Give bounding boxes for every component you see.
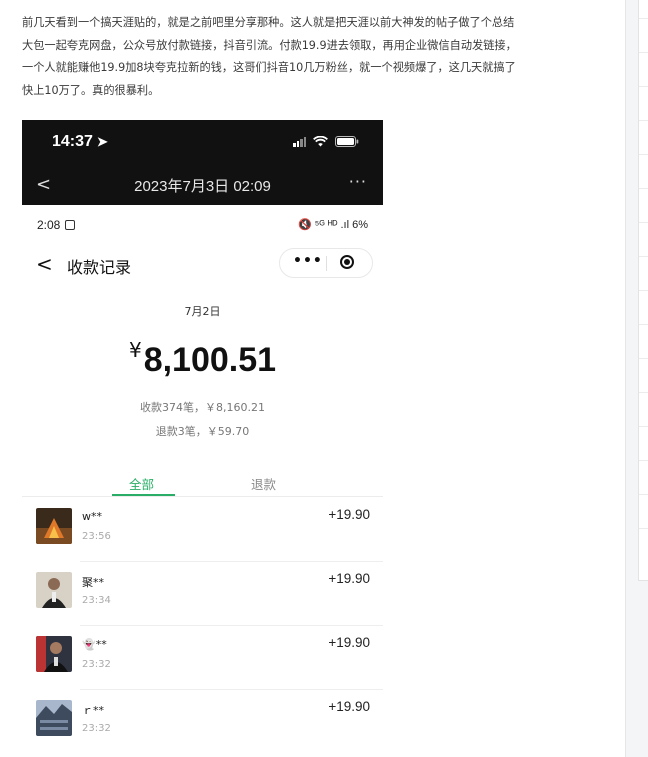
transaction-amount: +19.90 xyxy=(328,571,370,586)
sidebar-divider xyxy=(639,18,648,19)
article-line: 快上10万了。真的很暴利。 xyxy=(22,83,160,97)
ios-clock-text: 14:37 xyxy=(52,133,93,150)
sidebar-divider xyxy=(639,426,648,427)
more-options-icon[interactable]: ··· xyxy=(349,172,367,191)
transaction-amount: +19.90 xyxy=(328,507,370,522)
sidebar-divider xyxy=(639,86,648,87)
nav-title: 2023年7月3日 02:09 xyxy=(134,178,271,195)
sidebar-divider xyxy=(639,460,648,461)
payer-name: 👻** xyxy=(82,638,107,651)
article-paragraph: 前几天看到一个搞天涯贴的，就是之前吧里分享那种。这人就是把天涯以前大神发的帖子做… xyxy=(22,12,602,102)
sidebar-divider xyxy=(639,392,648,393)
cellular-signal-icon xyxy=(293,136,306,147)
ios-status-icons xyxy=(293,136,359,147)
article-line: 大包一起夸克网盘，公众号放付款链接，抖音引流。付款19.9进去领取，再用企业微信… xyxy=(22,38,517,52)
sidebar-divider xyxy=(639,222,648,223)
page-title: 收款记录 xyxy=(67,258,132,277)
sidebar-divider xyxy=(639,290,648,291)
payer-name: ｒ** xyxy=(82,704,104,717)
wechat-nav-bar: < 2023年7月3日 02:09 ··· xyxy=(22,164,383,204)
transaction-time: 23:56 xyxy=(82,531,111,542)
sidebar-card xyxy=(638,0,648,581)
android-clock-text: 2:08 xyxy=(37,218,61,232)
transaction-time: 23:32 xyxy=(82,723,111,734)
sidebar-divider xyxy=(639,52,648,53)
wifi-icon xyxy=(313,136,328,147)
total-amount: ¥8,100.51 xyxy=(22,338,383,380)
avatar xyxy=(36,636,72,672)
refund-summary: 退款3笔，￥59.70 xyxy=(155,425,250,438)
payer-name: w** xyxy=(82,510,102,523)
ios-status-bar: 14:37 ➤ < 2023年7月3日 02:09 ··· xyxy=(22,120,383,205)
capsule-close-icon[interactable] xyxy=(340,255,354,269)
sidebar-divider xyxy=(639,528,648,529)
transaction-row[interactable]: w** 23:56 +19.90 xyxy=(22,498,383,562)
avatar xyxy=(36,700,72,736)
transaction-row[interactable]: 聚** 23:34 +19.90 xyxy=(22,562,383,626)
sidebar-divider xyxy=(639,120,648,121)
transaction-time: 23:34 xyxy=(82,595,111,606)
avatar xyxy=(36,508,72,544)
total-amount-value: 8,100.51 xyxy=(143,341,277,379)
sidebar-divider xyxy=(639,256,648,257)
capsule-more-icon[interactable]: ••• xyxy=(293,253,323,269)
article-line: 一个人就能赚他19.9加8块夸克拉新的钱，这哥们抖音10几万粉丝，就一个视频爆了… xyxy=(22,61,516,74)
transaction-row[interactable]: ｒ** 23:32 +19.90 xyxy=(22,690,383,754)
received-summary: 收款374笔，￥8,160.21 xyxy=(140,401,265,414)
ios-clock: 14:37 ➤ xyxy=(52,133,108,151)
summary-date: 7月2日 xyxy=(184,305,221,318)
right-sidebar xyxy=(625,0,648,757)
currency-symbol: ¥ xyxy=(128,338,142,362)
article-line: 前几天看到一个搞天涯贴的，就是之前吧里分享那种。这人就是把天涯以前大神发的帖子做… xyxy=(22,16,515,29)
transaction-amount: +19.90 xyxy=(328,635,370,650)
page-header: < 收款记录 ••• xyxy=(22,246,383,286)
avatar xyxy=(36,572,72,608)
transaction-amount: +19.90 xyxy=(328,699,370,714)
miniprogram-capsule: ••• xyxy=(279,248,373,278)
location-arrow-icon: ➤ xyxy=(96,134,108,149)
tab-divider xyxy=(22,496,383,497)
capsule-divider xyxy=(326,256,327,271)
sidebar-divider xyxy=(639,324,648,325)
payer-name: 聚** xyxy=(82,576,104,589)
tab-refund[interactable]: 退款 xyxy=(251,474,276,493)
android-status-bar: 2:08 🔇 ⁵ᴳ ᴴᴰ .ıl 6% xyxy=(22,216,383,236)
transaction-row[interactable]: 👻** 23:32 +19.90 xyxy=(22,626,383,690)
tab-all[interactable]: 全部 xyxy=(129,474,154,493)
sidebar-divider xyxy=(639,494,648,495)
battery-icon xyxy=(335,136,359,147)
back-icon[interactable]: < xyxy=(36,252,53,276)
embedded-phone-screenshot: 14:37 ➤ < 2023年7月3日 02:09 ··· 2:08 🔇 ⁵ᴳ ᴴ… xyxy=(22,120,383,757)
android-clock: 2:08 xyxy=(37,218,76,232)
sidebar-divider xyxy=(639,188,648,189)
transaction-time: 23:32 xyxy=(82,659,111,670)
notification-icon xyxy=(65,220,76,230)
sidebar-divider xyxy=(639,358,648,359)
android-status-icons: 🔇 ⁵ᴳ ᴴᴰ .ıl 6% xyxy=(297,219,368,231)
sidebar-divider xyxy=(639,154,648,155)
